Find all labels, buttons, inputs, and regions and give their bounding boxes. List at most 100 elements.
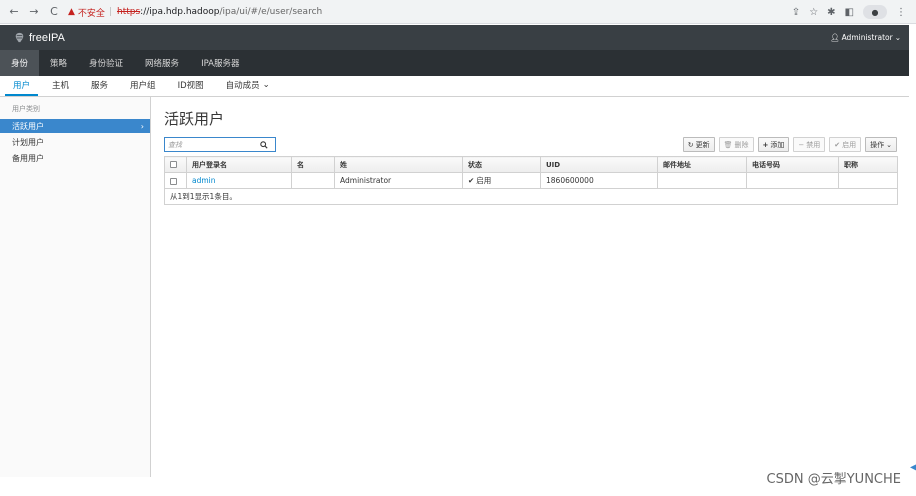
- plus-icon: +: [762, 140, 769, 149]
- refresh-icon: ↻: [687, 140, 694, 149]
- url-separator: |: [108, 7, 112, 17]
- row-checkbox[interactable]: [170, 177, 177, 185]
- main-nav-policy[interactable]: 策略: [39, 50, 78, 76]
- table-header-row: 用户登录名 名 姓 状态 UID 邮件地址 电话号码 职称: [164, 156, 898, 173]
- browser-actions: ⇪ ☆ ✱ ◧ ● ⋮: [792, 3, 906, 21]
- column-header-first-name[interactable]: 名: [291, 156, 335, 173]
- tab-automember[interactable]: 自动成员 ⌄: [218, 76, 278, 96]
- url-host: ://ipa.hdp.hadoop: [140, 7, 220, 17]
- sidebar-item-stage-users[interactable]: 计划用户: [0, 135, 150, 149]
- column-header-uid[interactable]: UID: [540, 156, 658, 173]
- search-box: [164, 137, 276, 152]
- column-header-title[interactable]: 职称: [838, 156, 898, 173]
- cell-uid: 1860600000: [540, 172, 658, 189]
- delete-button[interactable]: 🗑︎ 删除: [718, 137, 754, 152]
- column-header-login[interactable]: 用户登录名: [186, 156, 292, 173]
- scrollbar-track[interactable]: [909, 25, 916, 477]
- minus-icon: −: [798, 140, 805, 149]
- user-menu[interactable]: 👤︎ Administrator ⌄: [830, 33, 901, 42]
- table-summary: 从1到1显示1条目。: [164, 188, 898, 205]
- browser-menu-icon[interactable]: ⋮: [896, 7, 906, 18]
- reload-button[interactable]: C: [45, 3, 63, 21]
- cell-last-name: Administrator: [334, 172, 463, 189]
- user-icon: 👤︎: [830, 33, 840, 42]
- cell-email: [657, 172, 747, 189]
- tab-hosts[interactable]: 主机: [44, 76, 77, 96]
- tab-automember-label: 自动成员: [225, 81, 260, 91]
- tab-user-groups[interactable]: 用户组: [122, 76, 164, 96]
- extensions-icon[interactable]: ✱: [827, 7, 835, 18]
- users-table: 用户登录名 名 姓 状态 UID 邮件地址 电话号码 职称 admin Admi…: [164, 156, 898, 205]
- actions-dropdown[interactable]: 操作 ⌄: [865, 137, 897, 152]
- address-bar[interactable]: ▲ 不安全 | https ://ipa.hdp.hadoop /ipa/ui/…: [68, 3, 774, 21]
- profile-avatar-icon[interactable]: ●: [863, 5, 887, 19]
- enable-button[interactable]: ✔ 启用: [829, 137, 862, 152]
- select-all-checkbox[interactable]: [170, 161, 177, 168]
- row-select-cell: [164, 172, 187, 189]
- cell-phone: [746, 172, 839, 189]
- cell-status: ✔ 启用: [462, 172, 541, 189]
- freeipa-logo-icon: [15, 32, 24, 43]
- main-nav: 身份 策略 身份验证 网络服务 IPA服务器: [0, 50, 909, 76]
- search-icon[interactable]: [257, 138, 271, 151]
- url-path: /ipa/ui/#/e/user/search: [219, 7, 323, 17]
- sidebar-item-label: 计划用户: [12, 137, 44, 147]
- table-footer-row: 从1到1显示1条目。: [164, 188, 898, 205]
- brand-name: freeIPA: [29, 31, 65, 44]
- check-icon: ✔: [834, 140, 841, 149]
- sidebar-heading: 用户类别: [12, 105, 40, 113]
- sub-nav: 用户 主机 服务 用户组 ID视图 自动成员 ⌄: [0, 76, 909, 97]
- column-header-phone[interactable]: 电话号码: [746, 156, 839, 173]
- sidebar-item-active-users[interactable]: 活跃用户 ›: [0, 119, 150, 133]
- delete-label: 删除: [734, 140, 749, 149]
- chevron-down-icon: ⌄: [894, 33, 901, 42]
- sidebar: 用户类别 活跃用户 › 计划用户 备用用户: [0, 97, 151, 477]
- main-nav-identity[interactable]: 身份: [0, 50, 40, 76]
- bookmark-star-icon[interactable]: ☆: [809, 7, 818, 18]
- select-all-cell: [164, 156, 187, 173]
- disable-label: 禁用: [806, 140, 821, 149]
- tab-id-views[interactable]: ID视图: [170, 76, 212, 96]
- app-header: freeIPA 👤︎ Administrator ⌄: [0, 25, 909, 50]
- main-nav-network-services[interactable]: 网络服务: [134, 50, 190, 76]
- warning-icon: ▲: [68, 7, 75, 17]
- chevron-down-icon: ⌄: [886, 140, 892, 149]
- collapse-arrow-icon[interactable]: ◀: [910, 462, 916, 474]
- sidebar-item-preserved-users[interactable]: 备用用户: [0, 151, 150, 165]
- cell-first-name: [291, 172, 335, 189]
- browser-toolbar: ← → C ▲ 不安全 | https ://ipa.hdp.hadoop /i…: [0, 0, 916, 24]
- add-label: 添加: [770, 140, 785, 149]
- main-nav-ipa-server[interactable]: IPA服务器: [190, 50, 250, 76]
- back-button[interactable]: ←: [5, 3, 23, 21]
- column-header-status[interactable]: 状态: [462, 156, 541, 173]
- freeipa-logo[interactable]: freeIPA: [14, 32, 65, 44]
- trash-icon: 🗑︎: [723, 140, 733, 149]
- share-icon[interactable]: ⇪: [792, 7, 800, 18]
- watermark: CSDN @云掣YUNCHE: [766, 472, 901, 487]
- search-input[interactable]: [165, 138, 257, 151]
- page-title: 活跃用户: [164, 110, 225, 128]
- tab-users[interactable]: 用户: [5, 76, 39, 96]
- disable-button[interactable]: − 禁用: [793, 137, 826, 152]
- add-button[interactable]: + 添加: [757, 137, 790, 152]
- main-content: 活跃用户 ↻ 更新 🗑︎ 删除 + 添加 − 禁用 ✔ 启用 操作 ⌄: [151, 97, 909, 477]
- toolbar: ↻ 更新 🗑︎ 删除 + 添加 − 禁用 ✔ 启用 操作 ⌄: [682, 137, 897, 152]
- status-text: 启用: [476, 176, 492, 185]
- refresh-label: 更新: [695, 140, 710, 149]
- cell-title: [838, 172, 898, 189]
- user-link[interactable]: admin: [192, 176, 216, 185]
- actions-label: 操作: [870, 140, 885, 149]
- chevron-down-icon: ⌄: [262, 80, 270, 90]
- tab-services[interactable]: 服务: [83, 76, 116, 96]
- column-header-last-name[interactable]: 姓: [334, 156, 463, 173]
- insecure-label: 不安全: [77, 8, 105, 19]
- main-nav-authentication[interactable]: 身份验证: [78, 50, 134, 76]
- check-icon: ✔: [468, 176, 475, 185]
- column-header-email[interactable]: 邮件地址: [657, 156, 747, 173]
- sidebar-item-label: 活跃用户: [12, 121, 44, 131]
- url-scheme: https: [116, 7, 141, 17]
- table-row: admin Administrator ✔ 启用 1860600000: [164, 172, 898, 189]
- side-panel-icon[interactable]: ◧: [845, 7, 854, 18]
- refresh-button[interactable]: ↻ 更新: [682, 137, 715, 152]
- forward-button[interactable]: →: [25, 3, 43, 21]
